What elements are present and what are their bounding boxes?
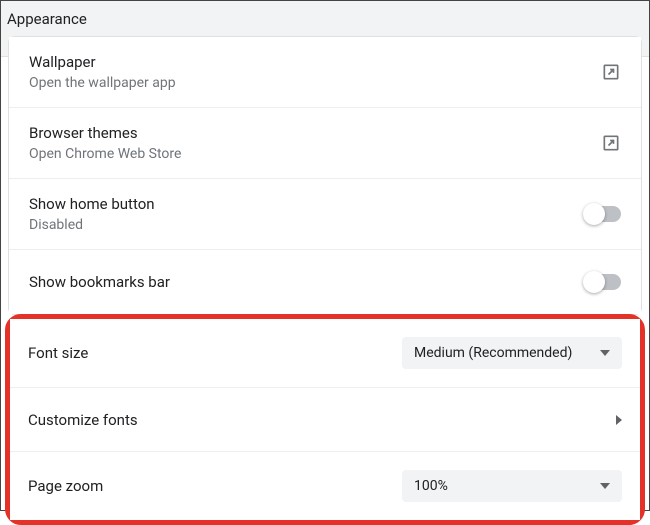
font-size-select[interactable]: Medium (Recommended) [402, 337, 622, 369]
bookmarks-row: Show bookmarks bar [9, 250, 641, 314]
page-zoom-row: Page zoom 100% [10, 452, 640, 520]
external-link-icon [601, 62, 621, 82]
settings-frame: Appearance Wallpaper Open the wallpaper … [0, 0, 650, 511]
bookmarks-title: Show bookmarks bar [29, 273, 170, 291]
font-size-value: Medium (Recommended) [414, 345, 572, 361]
chevron-right-icon [616, 415, 622, 425]
page-zoom-select[interactable]: 100% [402, 470, 622, 502]
home-button-row: Show home button Disabled [9, 179, 641, 250]
wallpaper-sub: Open the wallpaper app [29, 75, 176, 91]
wallpaper-row[interactable]: Wallpaper Open the wallpaper app [9, 37, 641, 108]
font-size-row: Font size Medium (Recommended) [10, 319, 640, 388]
themes-title: Browser themes [29, 124, 181, 142]
wallpaper-title: Wallpaper [29, 53, 176, 71]
customize-fonts-row[interactable]: Customize fonts [10, 388, 640, 452]
section-title: Appearance [7, 10, 87, 28]
row-text: Wallpaper Open the wallpaper app [29, 53, 176, 91]
row-text: Browser themes Open Chrome Web Store [29, 124, 181, 162]
settings-panel: Wallpaper Open the wallpaper app Browser… [9, 37, 641, 314]
themes-sub: Open Chrome Web Store [29, 146, 181, 162]
page-zoom-title: Page zoom [28, 477, 103, 495]
home-title: Show home button [29, 195, 155, 213]
font-size-title: Font size [28, 344, 88, 362]
chevron-down-icon [600, 483, 610, 489]
customize-fonts-title: Customize fonts [28, 411, 138, 429]
row-text: Show bookmarks bar [29, 273, 170, 291]
page-zoom-value: 100% [414, 478, 448, 494]
themes-row[interactable]: Browser themes Open Chrome Web Store [9, 108, 641, 179]
highlight-box: Font size Medium (Recommended) Customize… [5, 314, 645, 525]
chevron-down-icon [600, 350, 610, 356]
row-text: Show home button Disabled [29, 195, 155, 233]
bookmarks-toggle[interactable] [585, 274, 621, 290]
external-link-icon [601, 133, 621, 153]
home-button-toggle[interactable] [585, 206, 621, 222]
home-sub: Disabled [29, 217, 155, 233]
